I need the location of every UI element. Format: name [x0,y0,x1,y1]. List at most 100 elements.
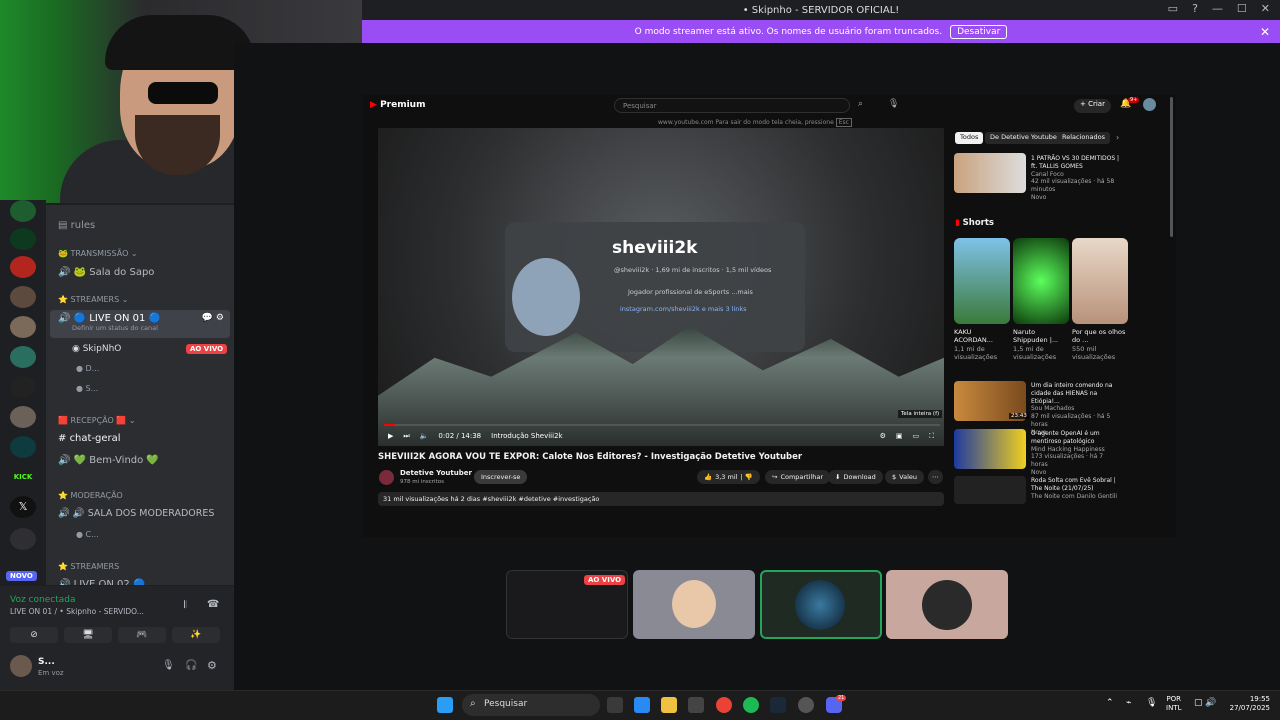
chrome-icon[interactable] [716,697,732,713]
channel-actions-icon[interactable]: 💬 ⚙ [202,313,224,323]
volume-icon[interactable]: 🔈 [420,432,429,440]
short-thumbnail[interactable] [1072,238,1128,324]
youtube-logo[interactable]: ▶ Premium [370,100,425,110]
display-icon[interactable]: ▢ 🔊 [1194,698,1217,708]
video-chapter[interactable]: Introdução Sheviii2k [491,432,562,440]
theater-icon[interactable]: ▭ [912,432,919,440]
chip-from-channel[interactable]: De Detetive Youtuber [985,132,1065,144]
activities-button[interactable]: 🎮 [118,627,166,643]
server-icon[interactable] [10,376,36,398]
like-button[interactable]: 👍 3,3 mil | 👎 [697,470,760,484]
video-description[interactable]: 31 mil visualizações há 2 dias #sheviii2… [378,492,944,506]
chip-related[interactable]: Relacionados [1057,132,1110,144]
spotify-icon[interactable] [743,697,759,713]
miniplayer-icon[interactable]: ▣ [896,432,903,440]
soundboard-button[interactable]: ✨ [172,627,220,643]
channel-sala-moderadores[interactable]: 🔊 🔊 SALA DOS MODERADORES [58,508,214,519]
category-transmissao[interactable]: 🐸 TRANSMISSÃO ⌄ [58,249,138,258]
server-icon[interactable] [10,228,36,250]
category-recepcao[interactable]: 🟥 Recepção 🟥 ⌄ [58,416,136,425]
channel-status-hint[interactable]: Definir um status do canal [72,324,222,332]
start-icon[interactable] [437,697,453,713]
screen-share-button[interactable]: 🖥 [64,627,112,643]
channel-avatar[interactable] [379,470,394,485]
tray-chevron-icon[interactable]: ⌃ [1106,698,1114,708]
short-info[interactable]: KAKU ACORDAN... 1,1 mi de visualizações [954,328,1012,362]
short-thumbnail[interactable] [1013,238,1069,324]
x-server-icon[interactable]: 𝕏 [10,496,36,518]
channel-sala-sapo[interactable]: 🔊 🐸 Sala do Sapo [58,267,154,278]
taskbar-search[interactable]: Pesquisar [462,694,600,716]
channel-live-on-01[interactable]: 🔊 🔵 LIVE ON 01 🔵 Definir um status do ca… [50,310,230,338]
minimize-button[interactable]: — [1212,2,1223,15]
server-icon[interactable] [10,316,36,338]
thanks-button[interactable]: $ Valeu [885,470,924,484]
maximize-button[interactable]: ☐ [1237,2,1247,15]
network-icon[interactable]: ⌁ [1126,698,1131,708]
close-window-button[interactable]: ✕ [1261,2,1270,15]
category-streamers-2[interactable]: ⭐ STREAMERS [58,562,119,571]
recommendation-info[interactable]: Roda Solta com Evê Sobral | The Noite (2… [1031,477,1121,500]
recommendation-thumbnail[interactable] [954,153,1026,193]
next-icon[interactable]: ⏭ [403,432,409,441]
voice-user-skipnho[interactable]: ◉ SkipNhO [72,344,121,354]
voice-signal-icon[interactable]: 𝄃 [184,600,186,611]
server-icon[interactable] [10,528,36,550]
account-avatar[interactable] [1143,98,1156,111]
user-avatar[interactable] [10,655,32,677]
disable-streamer-button[interactable]: Desativar [950,24,1008,39]
recommendation-thumbnail[interactable] [954,476,1026,504]
share-button[interactable]: ↪ Compartilhar [765,470,831,484]
server-icon[interactable] [10,436,36,458]
more-actions-icon[interactable]: ⋯ [928,470,943,484]
recommendation-info[interactable]: O agente OpenAI é um mentiroso patológic… [1031,430,1121,477]
short-info[interactable]: Por que os olhos do ... 550 mil visualiza… [1072,328,1130,362]
chips-next-icon[interactable]: › [1116,133,1119,142]
channel-chat-geral[interactable]: # chat-geral [58,433,121,444]
help-icon[interactable]: ? [1192,2,1198,15]
server-icon[interactable] [10,346,36,368]
channel-name[interactable]: Detetive Youtuber [400,469,472,477]
voice-user[interactable]: ● D... [76,364,99,373]
close-banner-icon[interactable]: ✕ [1260,25,1270,39]
voice-search-icon[interactable]: 🎙 [888,99,899,109]
server-icon[interactable] [10,200,36,222]
video-progress-bar[interactable] [384,424,940,426]
chip-all[interactable]: Todos [955,132,984,144]
channel-rules[interactable]: ▤ rules [58,220,95,231]
task-view-icon[interactable] [607,697,623,713]
clock[interactable]: 19:55 27/07/2025 [1226,695,1270,713]
short-thumbnail[interactable] [954,238,1010,324]
voice-user[interactable]: ● C... [76,530,99,539]
server-icon[interactable] [10,256,36,278]
category-moderacao[interactable]: ⭐ MODERAÇÃO [58,491,123,500]
recommendation-thumbnail[interactable] [954,429,1026,469]
inbox-icon[interactable]: ▭ [1168,2,1178,15]
mic-tray-icon[interactable]: 🎙 [1146,698,1157,708]
headphones-icon[interactable]: 🎧 [185,660,197,671]
play-icon[interactable]: ▶ [388,432,393,440]
steam-icon[interactable] [770,697,786,713]
subscribe-button[interactable]: Inscrever-se [474,470,528,484]
disconnect-icon[interactable]: ☎ [207,599,219,610]
settings-icon[interactable]: ⚙ [880,432,886,440]
create-button[interactable]: + Criar [1074,99,1111,113]
camera-off-button[interactable]: ⊘ [10,627,58,643]
voice-channel-name[interactable]: LIVE ON 01 / • Skipnho - SERVIDO... [10,607,144,616]
server-icon[interactable] [10,286,36,308]
channel-bem-vindo[interactable]: 🔊 💚 Bem-Vindo 💚 [58,455,159,466]
store-icon[interactable] [688,697,704,713]
short-info[interactable]: Naruto Shippuden |... 1,5 mi de visualiza… [1013,328,1071,362]
file-explorer-icon[interactable] [661,697,677,713]
recommendation-info[interactable]: 1 PATRÃO VS 30 DEMITIDOS | ft. TALLIS GO… [1031,155,1121,202]
language-indicator[interactable]: POR INTL [1166,695,1181,713]
user-settings-icon[interactable]: ⚙ [207,659,217,672]
obs-icon[interactable] [798,697,814,713]
kick-server-icon[interactable]: KICK [10,466,36,488]
youtube-search-input[interactable]: Pesquisar [614,98,850,113]
category-streamers[interactable]: ⭐ STREAMERS ⌄ [58,295,128,304]
server-icon[interactable] [10,406,36,428]
scrollbar[interactable] [1170,97,1173,237]
download-button[interactable]: ⬇ Download [828,470,883,484]
microphone-icon[interactable]: 🎙 [162,660,175,671]
